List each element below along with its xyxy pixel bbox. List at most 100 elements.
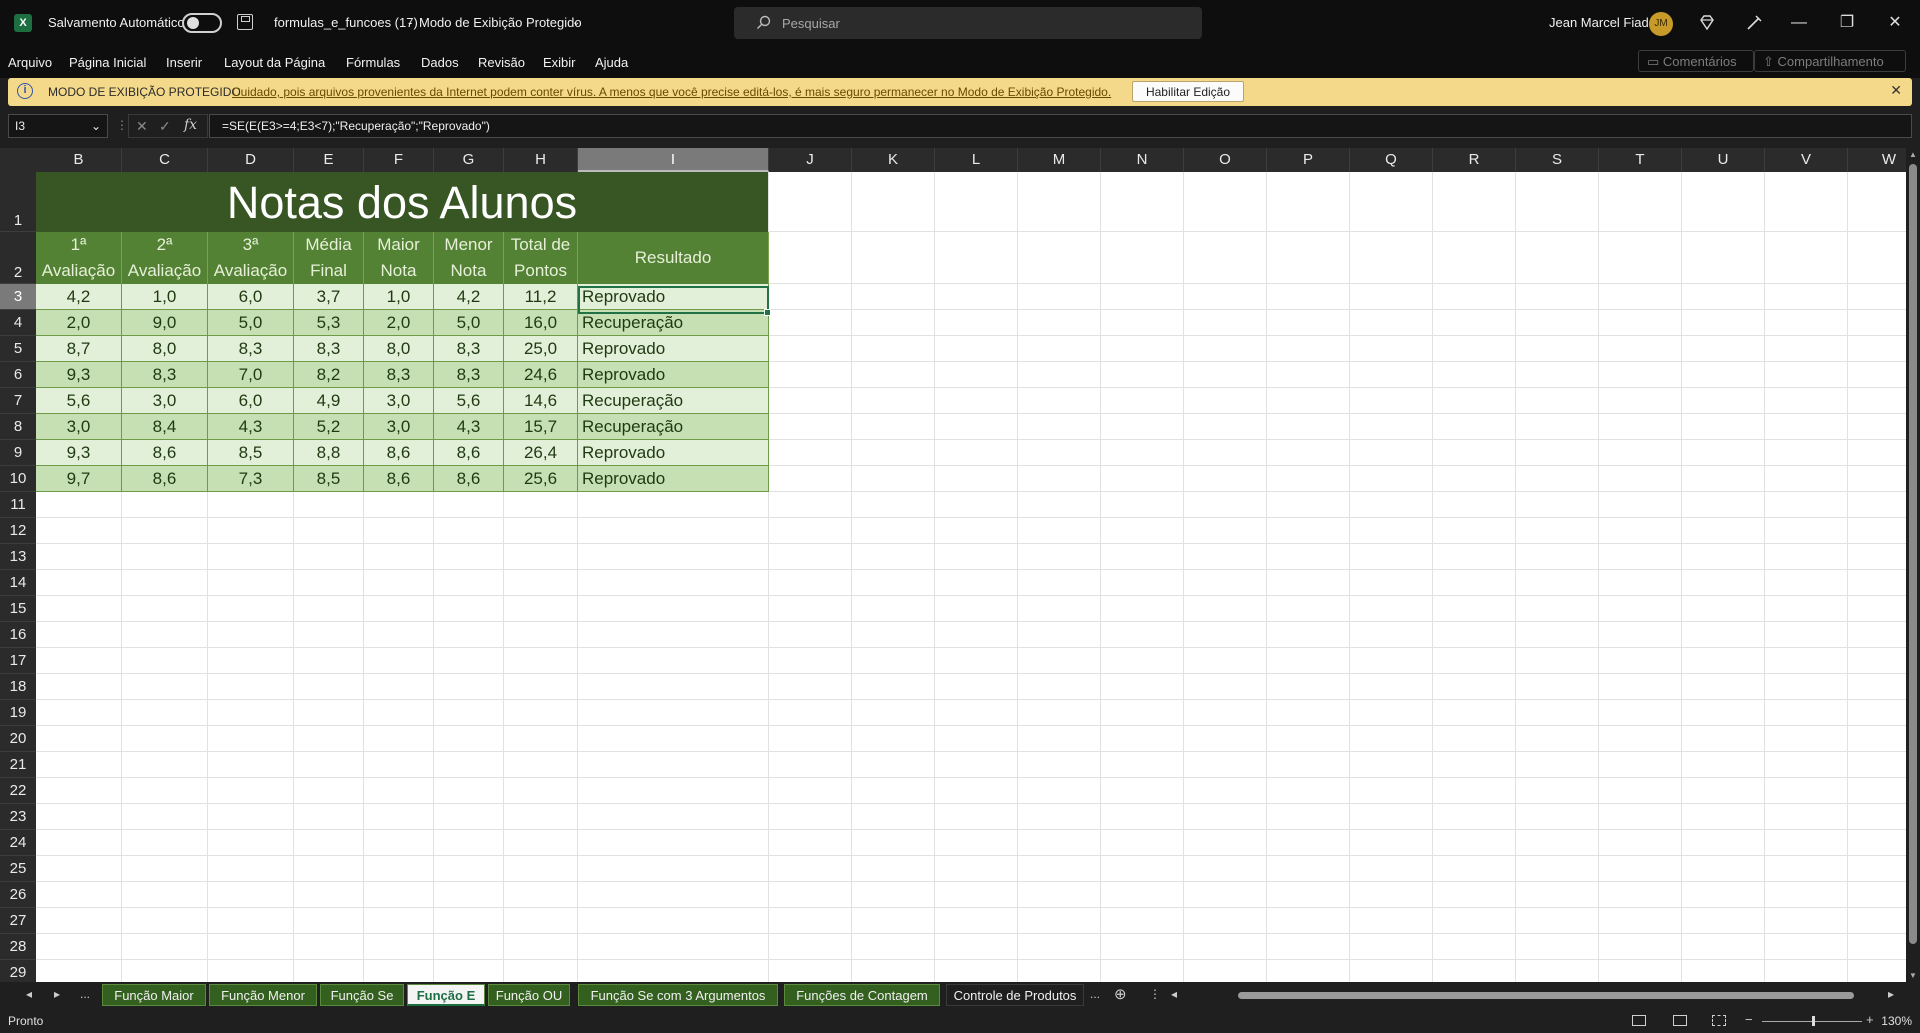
column-header-W[interactable]: W bbox=[1848, 148, 1906, 172]
grade-cell[interactable]: 4,3 bbox=[434, 414, 504, 440]
menu-layout[interactable]: Layout da Página bbox=[224, 55, 325, 70]
column-header-E[interactable]: E bbox=[294, 148, 364, 172]
grade-cell[interactable]: 8,7 bbox=[36, 336, 122, 362]
column-header-D[interactable]: D bbox=[208, 148, 294, 172]
tab-funcao-se[interactable]: Função Se bbox=[320, 984, 404, 1006]
select-all-corner[interactable] bbox=[0, 148, 36, 172]
table-header-cell[interactable]: Total de Pontos bbox=[504, 232, 578, 284]
column-header-H[interactable]: H bbox=[504, 148, 578, 172]
row-header-7[interactable]: 7 bbox=[0, 388, 36, 414]
grade-cell[interactable]: 8,3 bbox=[434, 336, 504, 362]
grade-cell[interactable]: 8,5 bbox=[208, 440, 294, 466]
horizontal-scroll-thumb[interactable] bbox=[1238, 992, 1854, 999]
spreadsheet-grid[interactable]: BCDEFGHIJKLMNOPQRSTUVW 1 2 3 4 5 6 7 8 9 10 11 12 13… bbox=[0, 148, 1906, 982]
selected-cell-I3[interactable] bbox=[578, 286, 771, 316]
scroll-left-icon[interactable]: ◂ bbox=[1171, 987, 1177, 1001]
grade-cell[interactable]: 8,6 bbox=[122, 466, 208, 492]
grade-cell[interactable]: 8,0 bbox=[364, 336, 434, 362]
table-header-cell[interactable]: Média Final bbox=[294, 232, 364, 284]
grade-cell[interactable]: 15,7 bbox=[504, 414, 578, 440]
row-header-9[interactable]: 9 bbox=[0, 440, 36, 466]
row-header-17[interactable]: 17 bbox=[0, 648, 36, 674]
menu-pagina-inicial[interactable]: Página Inicial bbox=[69, 55, 146, 70]
zoom-out-icon[interactable]: − bbox=[1745, 1012, 1753, 1027]
column-header-N[interactable]: N bbox=[1101, 148, 1184, 172]
grade-cell[interactable]: 8,2 bbox=[294, 362, 364, 388]
row-header-24[interactable]: 24 bbox=[0, 830, 36, 856]
row-header-19[interactable]: 19 bbox=[0, 700, 36, 726]
grade-cell[interactable]: 8,4 bbox=[122, 414, 208, 440]
row-header-26[interactable]: 26 bbox=[0, 882, 36, 908]
formula-input[interactable]: =SE(E(E3>=4;E3<7);"Recuperação";"Reprova… bbox=[209, 114, 1912, 138]
column-header-U[interactable]: U bbox=[1682, 148, 1765, 172]
grade-cell[interactable]: 8,3 bbox=[208, 336, 294, 362]
column-header-M[interactable]: M bbox=[1018, 148, 1101, 172]
result-cell[interactable]: Recuperação bbox=[578, 388, 769, 414]
zoom-slider-knob[interactable] bbox=[1812, 1016, 1815, 1026]
minimize-button[interactable]: — bbox=[1784, 10, 1814, 36]
table-header-cell[interactable]: Resultado bbox=[578, 232, 769, 284]
column-header-L[interactable]: L bbox=[935, 148, 1018, 172]
column-header-T[interactable]: T bbox=[1599, 148, 1682, 172]
grade-cell[interactable]: 16,0 bbox=[504, 310, 578, 336]
grade-cell[interactable]: 4,9 bbox=[294, 388, 364, 414]
column-header-J[interactable]: J bbox=[769, 148, 852, 172]
vertical-scroll-thumb[interactable] bbox=[1909, 164, 1917, 944]
grade-cell[interactable]: 24,6 bbox=[504, 362, 578, 388]
grade-cell[interactable]: 8,6 bbox=[364, 440, 434, 466]
close-button[interactable]: ✕ bbox=[1880, 10, 1910, 36]
menu-exibir[interactable]: Exibir bbox=[543, 55, 576, 70]
row-header-13[interactable]: 13 bbox=[0, 544, 36, 570]
grade-cell[interactable]: 6,0 bbox=[208, 388, 294, 414]
menu-arquivo[interactable]: Arquivo bbox=[8, 55, 52, 70]
table-header-cell[interactable]: 2ª Avaliação bbox=[122, 232, 208, 284]
grade-cell[interactable]: 5,6 bbox=[36, 388, 122, 414]
column-header-B[interactable]: B bbox=[36, 148, 122, 172]
name-box[interactable]: I3 ⌄ bbox=[8, 114, 108, 138]
column-header-S[interactable]: S bbox=[1516, 148, 1599, 172]
row-header-28[interactable]: 28 bbox=[0, 934, 36, 960]
chevron-down-icon[interactable]: ⌄ bbox=[572, 17, 580, 28]
grade-cell[interactable]: 5,3 bbox=[294, 310, 364, 336]
grade-cell[interactable]: 26,4 bbox=[504, 440, 578, 466]
more-options-icon[interactable]: ⋮ bbox=[1149, 987, 1161, 1001]
diamond-icon[interactable] bbox=[1698, 14, 1716, 32]
row-header-3[interactable]: 3 bbox=[0, 284, 36, 310]
row-header-2[interactable]: 2 bbox=[0, 232, 36, 284]
grade-cell[interactable]: 4,2 bbox=[36, 284, 122, 310]
menu-dados[interactable]: Dados bbox=[421, 55, 459, 70]
row-header-10[interactable]: 10 bbox=[0, 466, 36, 492]
column-header-I[interactable]: I bbox=[578, 148, 769, 172]
row-header-4[interactable]: 4 bbox=[0, 310, 36, 336]
save-icon[interactable] bbox=[237, 14, 253, 30]
row-header-14[interactable]: 14 bbox=[0, 570, 36, 596]
grade-cell[interactable]: 25,0 bbox=[504, 336, 578, 362]
table-header-cell[interactable]: 1ª Avaliação bbox=[36, 232, 122, 284]
grade-cell[interactable]: 2,0 bbox=[36, 310, 122, 336]
grade-cell[interactable]: 5,2 bbox=[294, 414, 364, 440]
grade-cell[interactable]: 9,0 bbox=[122, 310, 208, 336]
grade-cell[interactable]: 8,0 bbox=[122, 336, 208, 362]
menu-inserir[interactable]: Inserir bbox=[166, 55, 202, 70]
scroll-down-icon[interactable]: ▼ bbox=[1909, 971, 1917, 980]
tab-controle-produtos[interactable]: Controle de Produtos bbox=[946, 984, 1084, 1006]
grade-cell[interactable]: 3,0 bbox=[364, 388, 434, 414]
table-header-cell[interactable]: 3ª Avaliação bbox=[208, 232, 294, 284]
page-layout-view-icon[interactable] bbox=[1673, 1015, 1687, 1026]
row-header-25[interactable]: 25 bbox=[0, 856, 36, 882]
zoom-level[interactable]: 130% bbox=[1881, 1014, 1912, 1028]
avatar[interactable]: JM bbox=[1649, 12, 1673, 36]
column-header-C[interactable]: C bbox=[122, 148, 208, 172]
grade-cell[interactable]: 25,6 bbox=[504, 466, 578, 492]
grade-cell[interactable]: 3,0 bbox=[364, 414, 434, 440]
more-options-icon[interactable]: ⋮ bbox=[116, 118, 128, 132]
page-break-view-icon[interactable] bbox=[1712, 1015, 1726, 1026]
table-title[interactable]: Notas dos Alunos bbox=[36, 172, 768, 232]
grade-cell[interactable]: 8,6 bbox=[434, 440, 504, 466]
row-header-21[interactable]: 21 bbox=[0, 752, 36, 778]
grade-cell[interactable]: 3,0 bbox=[122, 388, 208, 414]
grade-cell[interactable]: 8,3 bbox=[434, 362, 504, 388]
next-sheet-icon[interactable]: ▸ bbox=[54, 987, 60, 1001]
grade-cell[interactable]: 3,0 bbox=[36, 414, 122, 440]
grade-cell[interactable]: 8,6 bbox=[122, 440, 208, 466]
